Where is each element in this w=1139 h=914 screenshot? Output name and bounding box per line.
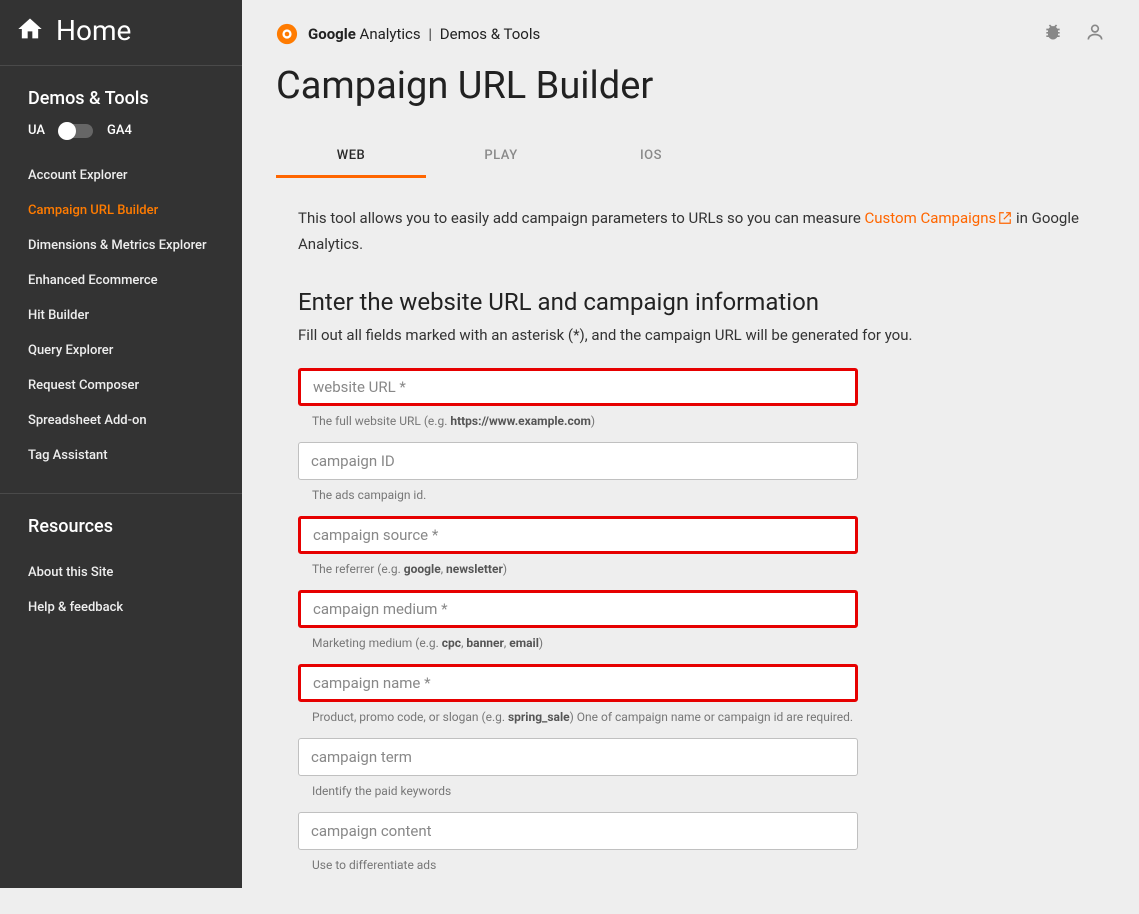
tab-ios[interactable]: IOS	[576, 138, 726, 178]
brand-text: Google Analytics | Demos & Tools	[308, 25, 540, 43]
campaign-term-hint: Identify the paid keywords	[298, 784, 1105, 798]
person-icon[interactable]	[1085, 22, 1105, 46]
campaign-id-hint: The ads campaign id.	[298, 488, 1105, 502]
content: This tool allows you to easily add campa…	[242, 178, 1139, 914]
home-icon	[16, 15, 44, 47]
intro-text: This tool allows you to easily add campa…	[298, 206, 1105, 256]
ua-ga4-toggle-row: UA GA4	[0, 123, 242, 154]
bug-icon[interactable]	[1043, 22, 1063, 46]
field-campaign-source: campaign source * The referrer (e.g. goo…	[298, 516, 1105, 576]
field-website-url: website URL * The full website URL (e.g.…	[298, 368, 1105, 428]
topbar: Google Analytics | Demos & Tools	[242, 0, 1139, 46]
toggle-label-ua: UA	[28, 123, 45, 138]
website-url-hint: The full website URL (e.g. https://www.e…	[298, 414, 1105, 428]
external-link-icon	[998, 208, 1012, 232]
field-campaign-term: campaign term Identify the paid keywords	[298, 738, 1105, 798]
nav-enhanced-ecommerce[interactable]: Enhanced Ecommerce	[0, 263, 242, 298]
campaign-name-input[interactable]: campaign name *	[298, 664, 858, 702]
campaign-medium-hint: Marketing medium (e.g. cpc, banner, emai…	[298, 636, 1105, 650]
toggle-label-ga4: GA4	[107, 123, 132, 138]
field-campaign-medium: campaign medium * Marketing medium (e.g.…	[298, 590, 1105, 650]
nav-dimensions-metrics[interactable]: Dimensions & Metrics Explorer	[0, 228, 242, 263]
page-title: Campaign URL Builder	[242, 46, 1139, 138]
tab-play[interactable]: PLAY	[426, 138, 576, 178]
brand-analytics: Analytics	[356, 25, 421, 43]
nav-about-site[interactable]: About this Site	[0, 555, 242, 590]
nav-query-explorer[interactable]: Query Explorer	[0, 333, 242, 368]
campaign-term-input[interactable]: campaign term	[298, 738, 858, 776]
sidebar-home[interactable]: Home	[0, 0, 242, 66]
topbar-icons	[1043, 22, 1105, 46]
campaign-name-hint: Product, promo code, or slogan (e.g. spr…	[298, 710, 1105, 724]
nav-help-feedback[interactable]: Help & feedback	[0, 590, 242, 625]
website-url-input[interactable]: website URL *	[298, 368, 858, 406]
campaign-content-input[interactable]: campaign content	[298, 812, 858, 850]
section-heading: Enter the website URL and campaign infor…	[298, 288, 1105, 316]
nav-spreadsheet-addon[interactable]: Spreadsheet Add-on	[0, 403, 242, 438]
brand-sep: |	[428, 25, 432, 43]
nav-hit-builder[interactable]: Hit Builder	[0, 298, 242, 333]
ga-logo-icon	[276, 23, 298, 45]
tab-web[interactable]: WEB	[276, 138, 426, 178]
field-campaign-content: campaign content Use to differentiate ad…	[298, 812, 1105, 872]
nav-request-composer[interactable]: Request Composer	[0, 368, 242, 403]
nav-account-explorer[interactable]: Account Explorer	[0, 158, 242, 193]
custom-campaigns-link[interactable]: Custom Campaigns	[865, 209, 1013, 227]
campaign-id-input[interactable]: campaign ID	[298, 442, 858, 480]
ua-ga4-toggle[interactable]	[59, 124, 93, 138]
nav-list: Account Explorer Campaign URL Builder Di…	[0, 154, 242, 493]
brand-google: Google	[308, 25, 356, 43]
brand: Google Analytics | Demos & Tools	[276, 23, 540, 45]
sidebar: Home Demos & Tools UA GA4 Account Explor…	[0, 0, 242, 888]
resources-list: About this Site Help & feedback	[0, 551, 242, 645]
nav-campaign-url-builder[interactable]: Campaign URL Builder	[0, 193, 242, 228]
field-campaign-name: campaign name * Product, promo code, or …	[298, 664, 1105, 724]
toggle-knob	[58, 122, 76, 140]
home-label: Home	[56, 14, 131, 47]
campaign-source-input[interactable]: campaign source *	[298, 516, 858, 554]
tabs: WEB PLAY IOS	[242, 138, 1139, 178]
nav-tag-assistant[interactable]: Tag Assistant	[0, 438, 242, 473]
campaign-source-hint: The referrer (e.g. google, newsletter)	[298, 562, 1105, 576]
resources-heading: Resources	[0, 494, 242, 551]
main: Google Analytics | Demos & Tools Campaig…	[242, 0, 1139, 888]
demos-tools-heading: Demos & Tools	[0, 66, 242, 123]
field-campaign-id: campaign ID The ads campaign id.	[298, 442, 1105, 502]
section-help: Fill out all fields marked with an aster…	[298, 326, 1105, 344]
intro-pre: This tool allows you to easily add campa…	[298, 209, 865, 227]
campaign-medium-input[interactable]: campaign medium *	[298, 590, 858, 628]
campaign-content-hint: Use to differentiate ads	[298, 858, 1105, 872]
brand-demos-tools: Demos & Tools	[440, 25, 540, 43]
